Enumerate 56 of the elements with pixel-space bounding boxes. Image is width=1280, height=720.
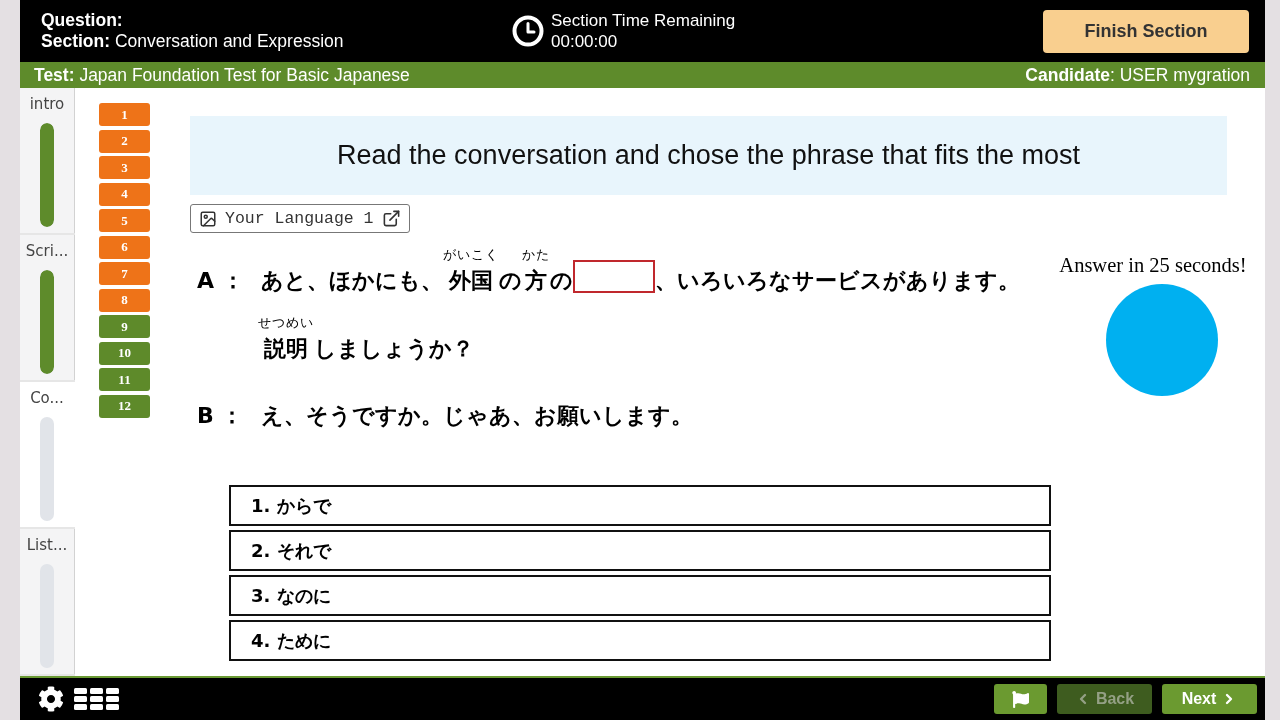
answer-option[interactable]: 3. なのに bbox=[229, 575, 1051, 616]
image-icon bbox=[199, 209, 217, 228]
question-number-button[interactable]: 8 bbox=[99, 288, 150, 312]
speaker-label: A ： bbox=[196, 267, 245, 295]
question-number-button[interactable]: 9 bbox=[99, 315, 150, 338]
dialogue-text: の bbox=[550, 267, 573, 295]
question-number-button[interactable]: 6 bbox=[99, 235, 150, 259]
timer-value: 00:00:00 bbox=[551, 31, 618, 52]
flag-button[interactable] bbox=[994, 684, 1047, 714]
section-tab[interactable]: intro bbox=[20, 88, 75, 233]
dialogue-text: 、いろいろなサービスがあります。 bbox=[655, 267, 1020, 295]
answer-option[interactable]: 1. からで bbox=[229, 485, 1051, 526]
dialogue-text: の bbox=[499, 267, 522, 295]
section-label: Scri... bbox=[25, 241, 69, 262]
question-number-button[interactable]: 3 bbox=[99, 156, 150, 179]
furigana-text: せつめい bbox=[258, 315, 314, 331]
question-number-button[interactable]: 5 bbox=[99, 209, 150, 232]
grid-icon[interactable] bbox=[74, 688, 119, 710]
question-number-button[interactable]: 4 bbox=[99, 182, 150, 206]
furigana-text: がいこく bbox=[443, 247, 499, 263]
answer-option[interactable]: 2. それで bbox=[229, 530, 1051, 571]
external-link-icon bbox=[381, 209, 401, 228]
dialogue-text: 説明 bbox=[264, 335, 308, 363]
section-tab[interactable]: Co... bbox=[20, 382, 75, 527]
question-label: Question: bbox=[41, 10, 123, 31]
question-number-button[interactable]: 2 bbox=[99, 129, 150, 153]
answer-option[interactable]: 4. ために bbox=[229, 620, 1051, 661]
question-number-button[interactable]: 11 bbox=[99, 368, 150, 391]
section-label: Co... bbox=[30, 388, 64, 409]
dialogue-text: あと、ほかにも、 bbox=[261, 267, 443, 295]
clock-icon bbox=[512, 15, 544, 47]
dialogue-text: え、そうですか。じゃあ、お願いします。 bbox=[261, 402, 693, 430]
section-tab[interactable]: List... bbox=[20, 529, 75, 674]
timer-label: Section Time Remaining bbox=[551, 10, 736, 31]
next-button[interactable]: Next bbox=[1162, 684, 1257, 714]
dialogue-text: 外国 bbox=[449, 267, 493, 295]
candidate-name: Candidate: USER mygration bbox=[1025, 64, 1250, 86]
furigana-text: かた bbox=[522, 247, 550, 263]
test-name: Test: Japan Foundation Test for Basic Japanese bbox=[34, 64, 410, 86]
question-number-button[interactable]: 10 bbox=[99, 341, 150, 365]
question-number-button[interactable]: 12 bbox=[99, 394, 150, 418]
answer-timer-text: Answer in 25 seconds! bbox=[1059, 254, 1247, 277]
language-button[interactable]: Your Language 1 bbox=[190, 204, 410, 233]
speaker-label: B ： bbox=[196, 402, 245, 430]
instruction-text: Read the conversation and chose the phrase that fits the most bbox=[337, 140, 1080, 171]
finish-section-button[interactable]: Finish Section bbox=[1043, 9, 1249, 53]
question-number-button[interactable]: 1 bbox=[99, 103, 150, 126]
settings-icon[interactable] bbox=[38, 686, 64, 712]
section-label: intro bbox=[29, 94, 65, 115]
dialogue-text: しましょうか？ bbox=[314, 335, 474, 363]
section-title: Section: Conversation and Expression bbox=[41, 31, 344, 52]
question-number-button[interactable]: 7 bbox=[99, 262, 150, 285]
flag-icon bbox=[1012, 690, 1029, 708]
dialogue-text: 方 bbox=[525, 267, 547, 295]
section-label: List... bbox=[26, 535, 68, 556]
section-tab[interactable]: Scri... bbox=[20, 235, 75, 380]
